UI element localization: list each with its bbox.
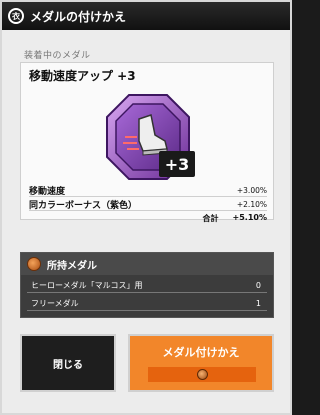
medal-change-dialog: 衣 メダルの付けかえ 装着中のメダル 移動速度アップ +3 +3 移動速度 +3…: [0, 0, 292, 415]
cost-bar: [148, 367, 256, 382]
medal-name: 移動速度アップ +3: [29, 69, 136, 83]
title-bar: 衣 メダルの付けかえ: [2, 2, 290, 30]
list-item: ヒーローメダル「マルコス」用 0: [27, 278, 267, 293]
medal-coin-icon: [196, 369, 208, 380]
owned-medals-header: 所持メダル: [21, 253, 273, 275]
owned-medal-label: ヒーローメダル「マルコス」用: [31, 280, 143, 290]
stat-label: 同カラーボーナス（紫色）: [29, 201, 138, 211]
medal-stats: 移動速度 +3.00% 同カラーボーナス（紫色） +2.10% 合計 +5.10…: [29, 185, 267, 225]
list-item: フリーメダル 1: [27, 296, 267, 311]
stat-label: 移動速度: [29, 187, 66, 197]
total-row: 合計 +5.10%: [29, 213, 267, 225]
owned-medal-count: 0: [255, 280, 261, 290]
stat-value: +2.10%: [236, 200, 267, 209]
owned-medals-panel: 所持メダル ヒーローメダル「マルコス」用 0 フリーメダル 1: [20, 252, 274, 318]
owned-medals-title: 所持メダル: [47, 260, 97, 272]
stat-row: 同カラーボーナス（紫色） +2.10%: [29, 199, 267, 211]
medal-image: +3: [103, 91, 195, 183]
stat-value: +3.00%: [236, 186, 267, 195]
equipped-section-label: 装着中のメダル: [24, 51, 91, 61]
medal-coin-icon: [27, 257, 41, 271]
total-value: +5.10%: [232, 213, 267, 222]
owned-medal-label: フリーメダル: [31, 298, 79, 308]
costume-icon: 衣: [8, 8, 24, 24]
equipped-medal-panel: 移動速度アップ +3 +3 移動速度 +3.00% 同カラーボーナス（紫色） +…: [20, 62, 274, 223]
plus-level-badge: +3: [159, 151, 195, 177]
close-button[interactable]: 閉じる: [20, 334, 116, 392]
dialog-title: メダルの付けかえ: [30, 9, 127, 24]
owned-medal-count: 1: [255, 298, 261, 308]
change-medal-label: メダル付けかえ: [162, 346, 240, 359]
total-label: 合計: [202, 214, 219, 223]
change-medal-button[interactable]: メダル付けかえ: [128, 334, 274, 392]
stat-row: 移動速度 +3.00%: [29, 185, 267, 197]
